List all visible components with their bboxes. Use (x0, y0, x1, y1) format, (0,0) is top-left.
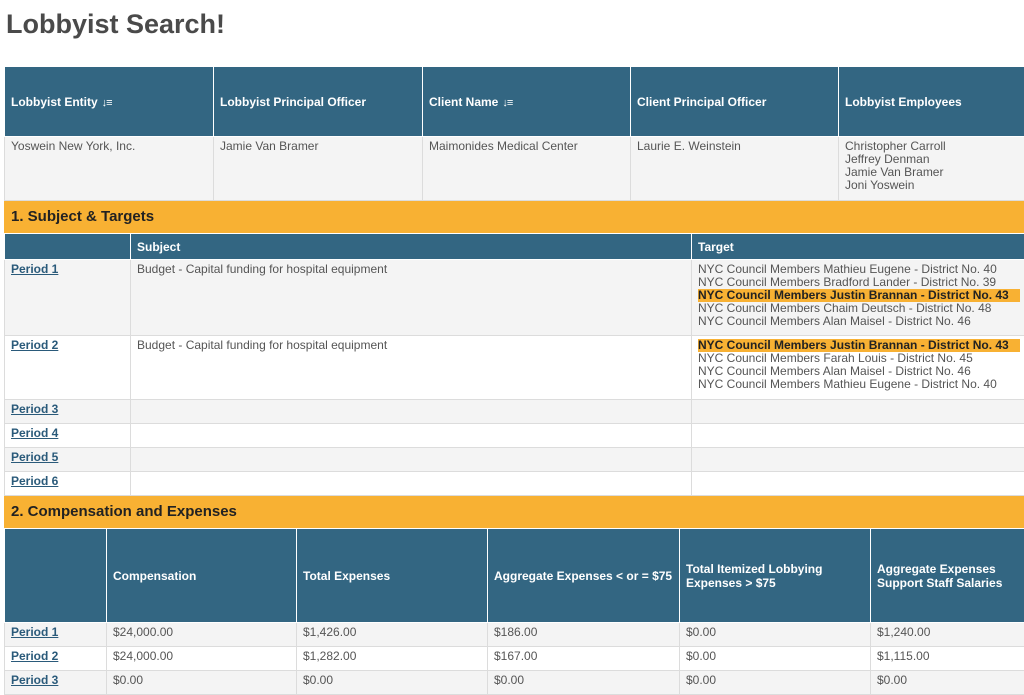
support-staff-cell: $0.00 (870, 670, 1024, 695)
lobbyist-entity-cell: Yoswein New York, Inc. (4, 136, 214, 201)
col-total-expenses: Total Expenses (296, 528, 488, 623)
subject-row: Period 1 Budget - Capital funding for ho… (4, 259, 1024, 336)
aggregate-expenses-cell: $167.00 (487, 646, 680, 671)
total-expenses-cell: $1,282.00 (296, 646, 488, 671)
period-link[interactable]: Period 4 (11, 426, 58, 440)
subject-cell (130, 423, 692, 448)
period-link[interactable]: Period 3 (11, 402, 58, 416)
target-cell (691, 399, 1024, 424)
itemized-expenses-cell: $0.00 (679, 646, 871, 671)
results-container: Lobbyist Entity ↓≡ Lobbyist Principal Off… (4, 66, 1024, 695)
period-link[interactable]: Period 2 (11, 649, 58, 663)
target-cell (691, 447, 1024, 472)
compensation-cell: $24,000.00 (106, 646, 297, 671)
itemized-expenses-cell: $0.00 (679, 670, 871, 695)
client-name-cell: Maimonides Medical Center (422, 136, 631, 201)
target-cell (691, 423, 1024, 448)
col-lobbyist-employees: Lobbyist Employees (838, 66, 1024, 137)
subject-row: Period 4 (4, 423, 1024, 448)
subject-row: Period 5 (4, 447, 1024, 472)
sort-desc-icon[interactable]: ↓≡ (502, 97, 513, 109)
subject-row: Period 6 (4, 471, 1024, 496)
col-lobbyist-entity[interactable]: Lobbyist Entity ↓≡ (4, 66, 214, 137)
col-period (4, 528, 107, 623)
support-staff-cell: $1,115.00 (870, 646, 1024, 671)
col-client-principal-officer: Client Principal Officer (630, 66, 839, 137)
period-link[interactable]: Period 2 (11, 338, 58, 352)
compensation-header-row: Compensation Total Expenses Aggregate Ex… (4, 528, 1024, 623)
period-link[interactable]: Period 6 (11, 474, 58, 488)
summary-row: Yoswein New York, Inc. Jamie Van Bramer … (4, 136, 1024, 201)
target-cell: NYC Council Members Justin Brannan - Dis… (691, 335, 1024, 400)
principal-officer-cell: Jamie Van Bramer (213, 136, 423, 201)
summary-table: Lobbyist Entity ↓≡ Lobbyist Principal Off… (4, 66, 1024, 201)
compensation-row: Period 3 $0.00 $0.00 $0.00 $0.00 $0.00 (4, 670, 1024, 695)
col-support-staff-salaries: Aggregate Expenses Support Staff Salarie… (870, 528, 1024, 623)
period-link[interactable]: Period 1 (11, 262, 58, 276)
period-link[interactable]: Period 3 (11, 673, 58, 687)
period-link[interactable]: Period 5 (11, 450, 58, 464)
col-itemized-expenses: Total Itemized Lobbying Expenses > $75 (679, 528, 871, 623)
compensation-cell: $24,000.00 (106, 622, 297, 647)
total-expenses-cell: $0.00 (296, 670, 488, 695)
target-cell (691, 471, 1024, 496)
compensation-table: Compensation Total Expenses Aggregate Ex… (4, 528, 1024, 695)
compensation-row: Period 2 $24,000.00 $1,282.00 $167.00 $0… (4, 646, 1024, 671)
target-item: NYC Council Members Mathieu Eugene - Dis… (698, 377, 997, 391)
col-period (4, 233, 131, 260)
employees-cell: Christopher Carroll Jeffrey Denman Jamie… (838, 136, 1024, 201)
period-link[interactable]: Period 1 (11, 625, 58, 639)
subject-cell (130, 399, 692, 424)
subject-cell (130, 447, 692, 472)
col-client-name[interactable]: Client Name ↓≡ (422, 66, 631, 137)
support-staff-cell: $1,240.00 (870, 622, 1024, 647)
itemized-expenses-cell: $0.00 (679, 622, 871, 647)
aggregate-expenses-cell: $0.00 (487, 670, 680, 695)
sort-desc-icon[interactable]: ↓≡ (102, 97, 113, 109)
subject-targets-table: Subject Target Period 1 Budget - Capital… (4, 233, 1024, 496)
section-compensation-expenses: 2. Compensation and Expenses (4, 496, 1024, 528)
subject-cell (130, 471, 692, 496)
col-lobbyist-principal-officer: Lobbyist Principal Officer (213, 66, 423, 137)
total-expenses-cell: $1,426.00 (296, 622, 488, 647)
subject-cell: Budget - Capital funding for hospital eq… (130, 335, 692, 400)
page-title: Lobbyist Search! (6, 9, 226, 39)
employee-name: Joni Yoswein (845, 178, 915, 192)
section-subject-targets: 1. Subject & Targets (4, 201, 1024, 233)
subject-cell: Budget - Capital funding for hospital eq… (130, 259, 692, 336)
compensation-row: Period 1 $24,000.00 $1,426.00 $186.00 $0… (4, 622, 1024, 647)
col-compensation: Compensation (106, 528, 297, 623)
subject-row: Period 2 Budget - Capital funding for ho… (4, 335, 1024, 400)
client-principal-officer-cell: Laurie E. Weinstein (630, 136, 839, 201)
aggregate-expenses-cell: $186.00 (487, 622, 680, 647)
summary-header-row: Lobbyist Entity ↓≡ Lobbyist Principal Off… (4, 66, 1024, 137)
target-item: NYC Council Members Alan Maisel - Distri… (698, 314, 971, 328)
target-cell: NYC Council Members Mathieu Eugene - Dis… (691, 259, 1024, 336)
subject-header-row: Subject Target (4, 233, 1024, 260)
col-target: Target (691, 233, 1024, 260)
col-subject: Subject (130, 233, 692, 260)
col-aggregate-expenses: Aggregate Expenses < or = $75 (487, 528, 680, 623)
subject-row: Period 3 (4, 399, 1024, 424)
compensation-cell: $0.00 (106, 670, 297, 695)
